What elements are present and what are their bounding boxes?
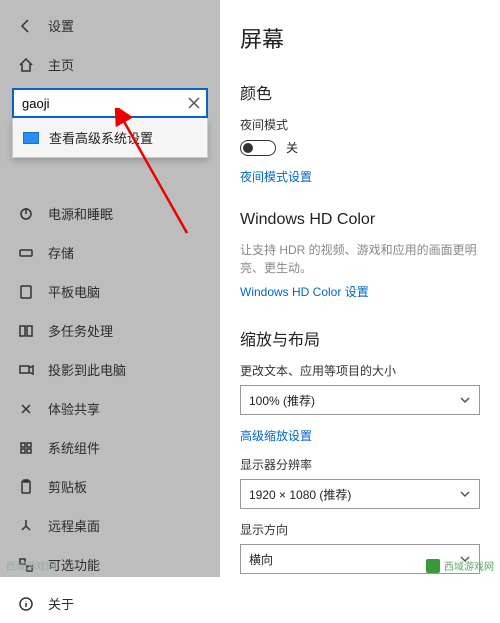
section-title-hd: Windows HD Color — [240, 211, 480, 229]
monitor-icon — [23, 132, 39, 144]
sidebar-item-label: 电源和睡眠 — [48, 204, 113, 223]
sidebar-item-clipboard[interactable]: 剪贴板 — [0, 467, 220, 506]
tablet-icon — [18, 284, 34, 300]
sidebar-item-multitask[interactable]: 多任务处理 — [0, 311, 220, 350]
settings-window: 设置 主页 查看高级系统设置 电源和睡眠 存储 — [0, 0, 500, 577]
link-adv-scale[interactable]: 高级缩放设置 — [240, 427, 312, 444]
info-icon — [18, 596, 34, 612]
resolution-value: 1920 × 1080 (推荐) — [249, 486, 351, 503]
sidebar-item-about[interactable]: 关于 — [0, 584, 220, 623]
sidebar: 设置 主页 查看高级系统设置 电源和睡眠 存储 — [0, 0, 220, 577]
sidebar-item-storage[interactable]: 存储 — [0, 233, 220, 272]
search-input[interactable] — [12, 88, 208, 118]
home-icon — [18, 57, 34, 73]
clipboard-icon — [18, 479, 34, 495]
section-title-scale: 缩放与布局 — [240, 326, 480, 350]
sidebar-item-power[interactable]: 电源和睡眠 — [0, 194, 220, 233]
link-hd-settings[interactable]: Windows HD Color 设置 — [240, 283, 369, 300]
orientation-label: 显示方向 — [240, 521, 480, 538]
sidebar-item-remote[interactable]: 远程桌面 — [0, 506, 220, 545]
resolution-label: 显示器分辨率 — [240, 456, 480, 473]
home-row[interactable]: 主页 — [0, 47, 220, 88]
sidebar-item-label: 投影到此电脑 — [48, 360, 126, 379]
settings-label: 设置 — [48, 16, 74, 35]
page-title: 屏幕 — [240, 22, 480, 54]
multitask-icon — [18, 323, 34, 339]
chevron-down-icon — [459, 394, 471, 406]
sidebar-item-label: 关于 — [48, 594, 74, 613]
sidebar-item-label: 远程桌面 — [48, 516, 100, 535]
scale-select[interactable]: 100% (推荐) — [240, 385, 480, 415]
sidebar-item-tablet[interactable]: 平板电脑 — [0, 272, 220, 311]
sidebar-item-project[interactable]: 投影到此电脑 — [0, 350, 220, 389]
power-icon — [18, 206, 34, 222]
sidebar-item-label: 存储 — [48, 243, 74, 262]
section-hd: Windows HD Color 让支持 HDR 的视频、游戏和应用的画面更明亮… — [240, 205, 480, 300]
night-mode-toggle[interactable] — [240, 140, 276, 156]
clear-icon[interactable] — [186, 95, 202, 111]
search-suggestion[interactable]: 查看高级系统设置 — [12, 118, 208, 158]
sidebar-item-label: 剪贴板 — [48, 477, 87, 496]
search-box — [12, 88, 208, 118]
watermark-icon — [426, 559, 440, 573]
chevron-down-icon — [459, 488, 471, 500]
titlebar: 设置 — [0, 10, 220, 47]
suggestion-label: 查看高级系统设置 — [49, 128, 153, 147]
back-icon[interactable] — [18, 18, 34, 34]
section-color: 颜色 夜间模式 关 夜间模式设置 — [240, 74, 480, 185]
sidebar-item-label: 平板电脑 — [48, 282, 100, 301]
remote-icon — [18, 518, 34, 534]
home-label: 主页 — [48, 55, 74, 74]
text-size-label: 更改文本、应用等项目的大小 — [240, 362, 480, 379]
night-mode-label: 夜间模式 — [240, 116, 480, 133]
section-scale: 缩放与布局 更改文本、应用等项目的大小 100% (推荐) 高级缩放设置 显示器… — [240, 320, 480, 577]
watermark-right: 西域游戏网 — [426, 558, 494, 573]
components-icon — [18, 440, 34, 456]
content-pane: 屏幕 颜色 夜间模式 关 夜间模式设置 Windows HD Color 让支持… — [220, 0, 500, 577]
toggle-state: 关 — [286, 139, 298, 156]
scale-value: 100% (推荐) — [249, 392, 315, 409]
sidebar-item-label: 多任务处理 — [48, 321, 113, 340]
watermark-right-text: 西域游戏网 — [444, 558, 494, 573]
hd-description: 让支持 HDR 的视频、游戏和应用的画面更明亮、更生动。 — [240, 241, 480, 277]
section-title-color: 颜色 — [240, 80, 480, 104]
sidebar-item-label: 体验共享 — [48, 399, 100, 418]
link-night-settings[interactable]: 夜间模式设置 — [240, 168, 312, 185]
project-icon — [18, 362, 34, 378]
watermark-left: 西域游戏网 — [6, 558, 56, 573]
sidebar-item-shared[interactable]: 体验共享 — [0, 389, 220, 428]
resolution-select[interactable]: 1920 × 1080 (推荐) — [240, 479, 480, 509]
share-icon — [18, 401, 34, 417]
storage-icon — [18, 245, 34, 261]
sidebar-item-label: 系统组件 — [48, 438, 100, 457]
sidebar-item-components[interactable]: 系统组件 — [0, 428, 220, 467]
orientation-value: 横向 — [249, 551, 273, 568]
